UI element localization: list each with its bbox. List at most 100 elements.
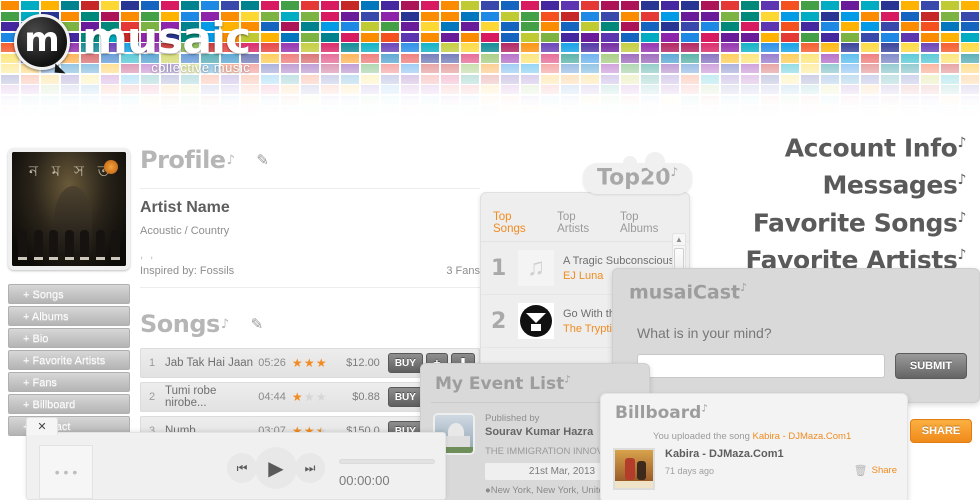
- player-time: 00:00:00: [339, 473, 390, 488]
- music-note-icon: ♪: [740, 281, 748, 294]
- artist-photo: নমসত: [8, 148, 130, 270]
- music-note-icon: ♪: [220, 316, 229, 332]
- buy-button[interactable]: BUY: [387, 387, 423, 407]
- nav-favorite-songs-label: Favorite Songs: [752, 207, 958, 237]
- song-number: 1: [149, 357, 156, 369]
- songs-heading: Songs ♪ ✎: [140, 310, 480, 338]
- billboard-activity-prefix: You uploaded the song: [653, 431, 753, 442]
- star-icon[interactable]: ★: [304, 391, 315, 403]
- billboard-item-title[interactable]: Kabira - DJMaza.Com1: [665, 448, 897, 460]
- logo-badge-icon: m: [14, 14, 70, 70]
- song-number: 2: [149, 391, 156, 403]
- musaicast-title-label: musaiCast: [629, 281, 741, 304]
- star-icon[interactable]: ★: [316, 391, 327, 403]
- profile-heading-label: Profile: [140, 146, 226, 174]
- logo-monogram: m: [24, 20, 60, 60]
- sidebar-item-billboard[interactable]: + Billboard: [8, 394, 130, 414]
- sidebar-item-fans[interactable]: + Fans: [8, 372, 130, 392]
- song-duration: 04:44: [258, 391, 286, 403]
- buy-button[interactable]: BUY: [387, 353, 423, 373]
- music-note-icon: ♪: [670, 165, 679, 179]
- music-note-icon: ♪: [226, 152, 235, 168]
- sidebar-item-favorite-artists[interactable]: + Favorite Artists: [8, 350, 130, 370]
- nav-messages-label: Messages: [822, 170, 958, 200]
- song-rating[interactable]: ★ ★ ★: [292, 391, 328, 403]
- song-rating[interactable]: ★ ★ ★: [292, 357, 328, 369]
- star-icon[interactable]: ★: [316, 357, 327, 369]
- profile-card: Artist Name Acoustic / Country , , Inspi…: [140, 188, 480, 288]
- musaicast-title: musaiCast♪: [613, 269, 979, 303]
- submit-button[interactable]: SUBMIT: [895, 353, 967, 380]
- play-button[interactable]: ▶: [255, 447, 297, 489]
- song-title[interactable]: Jab Tak Hai Jaan: [165, 357, 258, 369]
- sidebar-item-songs[interactable]: + Songs: [8, 284, 130, 304]
- nav-favorite-songs[interactable]: Favorite Songs♪: [745, 202, 967, 239]
- next-button[interactable]: ⏭: [295, 453, 325, 483]
- share-link-label[interactable]: Share: [872, 465, 897, 476]
- billboard-title: Billboard♪: [601, 394, 907, 423]
- star-icon[interactable]: ★: [292, 391, 303, 403]
- trash-icon[interactable]: 🗑: [854, 464, 868, 477]
- top20-rank: 2: [491, 308, 507, 334]
- billboard-title-label: Billboard: [615, 403, 702, 423]
- logo-wordmark: musaic: [82, 13, 251, 64]
- music-note-icon: ♪: [957, 209, 966, 226]
- site-logo[interactable]: m musaic collective music: [14, 13, 251, 75]
- star-icon[interactable]: ★: [304, 357, 315, 369]
- top20-label: Top20♪: [583, 151, 693, 195]
- song-price: $0.88: [352, 391, 380, 403]
- scroll-up-icon[interactable]: ▲: [673, 234, 685, 246]
- tab-top-songs[interactable]: Top Songs: [493, 211, 545, 235]
- music-note-icon: ♪: [957, 135, 966, 151]
- song-title[interactable]: Tumi robe nirobe...: [165, 385, 258, 409]
- player-controls: ⏮ ▶ ⏭: [227, 447, 325, 489]
- nav-messages[interactable]: Messages♪: [745, 164, 966, 201]
- artist-genre: Acoustic / Country: [140, 225, 230, 237]
- billboard-item-actions[interactable]: 🗑 Share: [854, 464, 897, 477]
- player-progress-bar[interactable]: [339, 459, 435, 464]
- billboard-item: Kabira - DJMaza.Com1 71 days ago 🗑 Share: [601, 442, 907, 490]
- primary-nav: Account Info♪ Messages♪ Favorite Songs♪ …: [745, 127, 966, 276]
- event-list-title: My Event List♪: [421, 364, 649, 394]
- nav-account-info-label: Account Info: [784, 133, 958, 163]
- top20-rank: 1: [491, 255, 507, 281]
- edit-profile-icon[interactable]: ✎: [256, 151, 269, 169]
- player-artwork: • • •: [39, 445, 93, 499]
- songs-heading-label: Songs: [140, 310, 220, 338]
- music-note-icon: ♪: [957, 246, 966, 263]
- event-list-title-label: My Event List: [435, 374, 565, 394]
- share-button[interactable]: SHARE: [910, 419, 972, 443]
- artist-location: , ,: [140, 249, 156, 261]
- musaicast-prompt: What is in your mind?: [637, 325, 772, 342]
- tab-top-albums[interactable]: Top Albums: [620, 211, 677, 235]
- billboard-item-age: 71 days ago: [665, 465, 715, 476]
- billboard-panel: Billboard♪ You uploaded the song Kabira …: [600, 393, 908, 500]
- artist-name: Artist Name: [140, 199, 230, 216]
- player-close-button[interactable]: ✕: [26, 417, 58, 435]
- top20-label-text: Top20: [597, 165, 671, 191]
- profile-divider: [140, 287, 480, 288]
- billboard-activity: You uploaded the song Kabira - DJMaza.Co…: [601, 423, 907, 442]
- song-price: $12.00: [346, 357, 380, 369]
- music-note-icon: ♪: [701, 403, 708, 415]
- sidebar-menu: + Songs + Albums + Bio + Favorite Artists + …: [8, 284, 130, 436]
- musaicast-panel: musaiCast♪ What is in your mind? SUBMIT: [612, 268, 980, 403]
- band-logo-icon: [517, 302, 555, 340]
- edit-songs-icon[interactable]: ✎: [251, 315, 264, 333]
- previous-button[interactable]: ⏮: [227, 453, 257, 483]
- music-note-icon: ♫: [517, 249, 555, 287]
- top20-tabs: Top Songs Top Artists Top Albums: [481, 193, 689, 242]
- sidebar-item-bio[interactable]: + Bio: [8, 328, 130, 348]
- sidebar-item-albums[interactable]: + Albums: [8, 306, 130, 326]
- nav-account-info[interactable]: Account Info♪: [745, 127, 967, 164]
- album-cover: [613, 448, 655, 490]
- star-icon[interactable]: ★: [292, 357, 303, 369]
- artist-fan-count: 3 Fans: [446, 265, 480, 277]
- music-note-icon: ♪: [957, 172, 966, 189]
- song-duration: 05:26: [258, 357, 286, 369]
- music-note-icon: ♪: [564, 374, 571, 386]
- billboard-activity-link[interactable]: Kabira - DJMaza.Com1: [753, 431, 852, 442]
- left-sidebar: নমসত + Songs + Albums + Bio + Favorite Arti…: [8, 148, 130, 438]
- tab-top-artists[interactable]: Top Artists: [557, 211, 608, 235]
- musaicast-input[interactable]: [637, 354, 885, 379]
